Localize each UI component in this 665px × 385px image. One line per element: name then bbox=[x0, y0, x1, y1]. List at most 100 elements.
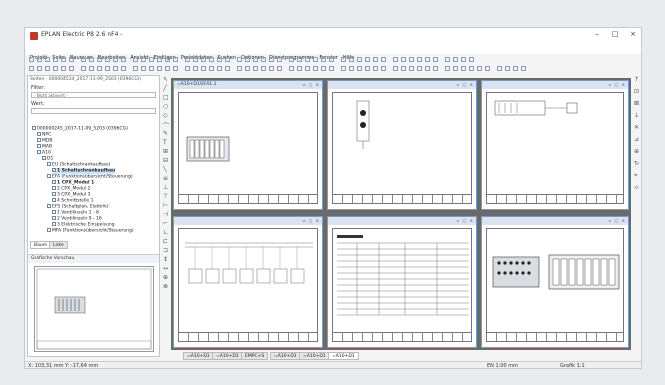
toolbar-button-icon[interactable] bbox=[253, 66, 258, 71]
toolbar-button-icon[interactable] bbox=[185, 66, 190, 71]
page-window-controls[interactable]: ▫ ▢ ✕ bbox=[609, 82, 626, 87]
draw-tool-icon[interactable]: ⌐ bbox=[163, 220, 168, 227]
side-tool-icon[interactable]: ↻ bbox=[634, 160, 639, 167]
toolbar-button-icon[interactable] bbox=[321, 57, 326, 62]
toolbar-button-icon[interactable] bbox=[365, 57, 370, 62]
toolbar-button-icon[interactable] bbox=[165, 57, 170, 62]
minimize-button[interactable]: – bbox=[590, 30, 604, 38]
document-tab[interactable]: =A10+D1 bbox=[328, 352, 359, 360]
toolbar-button-icon[interactable] bbox=[225, 66, 230, 71]
draw-tool-icon[interactable]: ⊏ bbox=[163, 238, 168, 245]
page-window-2[interactable]: ▫ ▢ ✕ bbox=[327, 80, 477, 210]
toolbar-button-icon[interactable] bbox=[329, 57, 334, 62]
toolbar-button-icon[interactable] bbox=[425, 57, 430, 62]
toolbar-button-icon[interactable] bbox=[469, 57, 474, 62]
toolbar-button-icon[interactable] bbox=[105, 57, 110, 62]
toolbar-button-icon[interactable] bbox=[29, 57, 34, 62]
page-window-6[interactable]: ▫ ▢ ✕ bbox=[481, 216, 629, 348]
toolbar-button-icon[interactable] bbox=[453, 57, 458, 62]
toolbar-button-icon[interactable] bbox=[245, 66, 250, 71]
page-window-controls[interactable]: ▫ ▢ ✕ bbox=[303, 218, 320, 223]
toolbar-button-icon[interactable] bbox=[37, 66, 42, 71]
toolbar-button-icon[interactable] bbox=[453, 66, 458, 71]
draw-tool-icon[interactable]: ◇ bbox=[163, 112, 168, 119]
tree-node[interactable]: MFA (Funktionsübersicht/Steuerung) bbox=[47, 228, 134, 234]
draw-tool-icon[interactable]: ⊤ bbox=[163, 193, 168, 200]
toolbar-button-icon[interactable] bbox=[69, 57, 74, 62]
document-tab[interactable]: EMPC+S bbox=[241, 352, 269, 360]
toolbar-button-icon[interactable] bbox=[433, 57, 438, 62]
toolbar-button-icon[interactable] bbox=[133, 66, 138, 71]
toolbar-button-icon[interactable] bbox=[401, 66, 406, 71]
toolbar-button-icon[interactable] bbox=[149, 66, 154, 71]
draw-tool-icon[interactable]: ∟ bbox=[163, 229, 168, 236]
toolbar-button-icon[interactable] bbox=[217, 66, 222, 71]
toolbar-button-icon[interactable] bbox=[261, 66, 266, 71]
toolbar-button-icon[interactable] bbox=[305, 66, 310, 71]
toolbar-button-icon[interactable] bbox=[245, 57, 250, 62]
toolbar-button-icon[interactable] bbox=[313, 57, 318, 62]
toolbar-button-icon[interactable] bbox=[401, 57, 406, 62]
toolbar-button-icon[interactable] bbox=[209, 57, 214, 62]
draw-tool-icon[interactable]: ⊕ bbox=[163, 274, 168, 281]
toolbar-button-icon[interactable] bbox=[261, 57, 266, 62]
toolbar-button-icon[interactable] bbox=[393, 66, 398, 71]
toolbar-button-icon[interactable] bbox=[277, 57, 282, 62]
page-window-1[interactable]: =A10+D1/EFA1.1 ▫ ▢ ✕ bbox=[173, 80, 323, 210]
toolbar-button-icon[interactable] bbox=[469, 66, 474, 71]
toolbar-button-icon[interactable] bbox=[373, 66, 378, 71]
toolbar-button-icon[interactable] bbox=[269, 57, 274, 62]
close-button[interactable]: × bbox=[626, 30, 640, 38]
page-window-4[interactable]: ▫ ▢ ✕ bbox=[173, 216, 323, 348]
side-tool-icon[interactable]: ⌖ bbox=[634, 172, 637, 180]
draw-tool-icon[interactable]: ⌒ bbox=[163, 121, 169, 130]
toolbar-button-icon[interactable] bbox=[485, 66, 490, 71]
toolbar-button-icon[interactable] bbox=[433, 66, 438, 71]
toolbar-button-icon[interactable] bbox=[341, 66, 346, 71]
toolbar-button-icon[interactable] bbox=[365, 66, 370, 71]
draw-tool-icon[interactable]: ✎ bbox=[163, 130, 168, 137]
toolbar-button-icon[interactable] bbox=[141, 57, 146, 62]
side-tool-icon[interactable]: ✕ bbox=[634, 124, 639, 131]
toolbar-button-icon[interactable] bbox=[277, 66, 282, 71]
toolbar-button-icon[interactable] bbox=[225, 57, 230, 62]
toolbar-button-icon[interactable] bbox=[157, 57, 162, 62]
toolbar-button-icon[interactable] bbox=[217, 57, 222, 62]
draw-tool-icon[interactable]: ⊥ bbox=[163, 184, 168, 191]
toolbar-button-icon[interactable] bbox=[61, 66, 66, 71]
toolbar-button-icon[interactable] bbox=[297, 66, 302, 71]
toolbar-button-icon[interactable] bbox=[305, 57, 310, 62]
draw-tool-icon[interactable]: ╱ bbox=[163, 85, 167, 92]
toolbar-button-icon[interactable] bbox=[113, 66, 118, 71]
toolbar-button-icon[interactable] bbox=[45, 66, 50, 71]
toolbar-button-icon[interactable] bbox=[113, 57, 118, 62]
toolbar-button-icon[interactable] bbox=[445, 57, 450, 62]
toolbar-button-icon[interactable] bbox=[349, 66, 354, 71]
page-window-controls[interactable]: ▫ ▢ ✕ bbox=[457, 82, 474, 87]
draw-tool-icon[interactable]: ⊞ bbox=[163, 148, 168, 155]
toolbar-button-icon[interactable] bbox=[393, 57, 398, 62]
side-tool-icon[interactable]: ⊿ bbox=[634, 136, 639, 143]
draw-tool-icon[interactable]: T bbox=[163, 139, 167, 146]
toolbar-button-icon[interactable] bbox=[193, 66, 198, 71]
toolbar-button-icon[interactable] bbox=[105, 66, 110, 71]
view-scale[interactable]: Grafik 1:1 bbox=[560, 363, 585, 368]
toolbar-button-icon[interactable] bbox=[381, 66, 386, 71]
toolbar-button-icon[interactable] bbox=[417, 57, 422, 62]
toolbar-button-icon[interactable] bbox=[497, 66, 502, 71]
draw-tool-icon[interactable]: ╲ bbox=[163, 166, 167, 173]
toolbar-button-icon[interactable] bbox=[373, 57, 378, 62]
draw-tool-icon[interactable]: ○ bbox=[163, 103, 168, 110]
toolbar-button-icon[interactable] bbox=[341, 57, 346, 62]
toolbar-button-icon[interactable] bbox=[193, 57, 198, 62]
toolbar-button-icon[interactable] bbox=[253, 57, 258, 62]
page-window-controls[interactable]: ▫ ▢ ✕ bbox=[457, 218, 474, 223]
toolbar-button-icon[interactable] bbox=[237, 57, 242, 62]
toolbar-button-icon[interactable] bbox=[357, 57, 362, 62]
toolbar-button-icon[interactable] bbox=[89, 57, 94, 62]
toolbar-button-icon[interactable] bbox=[201, 57, 206, 62]
toolbar-button-icon[interactable] bbox=[185, 57, 190, 62]
toolbar-button-icon[interactable] bbox=[461, 66, 466, 71]
toolbar-button-icon[interactable] bbox=[505, 66, 510, 71]
toolbar-button-icon[interactable] bbox=[269, 66, 274, 71]
